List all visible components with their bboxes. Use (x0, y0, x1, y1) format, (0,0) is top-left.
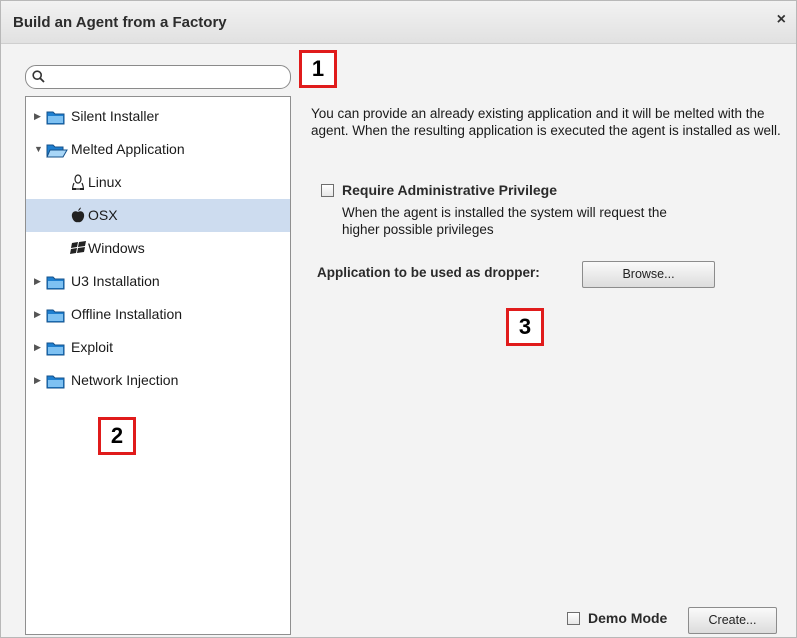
folder-open-icon (46, 144, 68, 158)
demo-mode-label: Demo Mode (588, 610, 668, 626)
tree-item-u3-installation[interactable]: ▶ U3 Installation (26, 265, 290, 298)
tree-item-label: Linux (88, 174, 122, 190)
title-bar: Build an Agent from a Factory × (1, 1, 796, 44)
folder-icon (46, 309, 65, 323)
dropper-label: Application to be used as dropper: (317, 265, 540, 280)
tree-item-network-injection[interactable]: ▶ Network Injection (26, 364, 290, 397)
folder-icon (46, 375, 65, 389)
tree-item-label: Network Injection (71, 372, 179, 388)
dialog-title: Build an Agent from a Factory (13, 14, 227, 31)
tree-item-label: Offline Installation (71, 306, 183, 322)
close-icon[interactable]: × (777, 11, 786, 29)
expand-arrow-icon[interactable]: ▶ (34, 364, 41, 397)
expand-arrow-icon[interactable]: ▶ (34, 298, 41, 331)
search-input[interactable] (50, 68, 286, 86)
require-admin-checkbox[interactable] (321, 184, 334, 197)
melted-description: You can provide an already existing appl… (311, 106, 781, 138)
annotation-marker-2: 2 (98, 417, 136, 455)
tree-item-linux[interactable]: Linux (26, 166, 290, 199)
tree-item-label: OSX (88, 207, 118, 223)
folder-icon (46, 276, 65, 290)
demo-mode-checkbox[interactable] (567, 612, 580, 625)
linux-icon (72, 174, 84, 190)
create-button[interactable]: Create... (688, 607, 777, 634)
folder-icon (46, 111, 65, 125)
tree-item-silent-installer[interactable]: ▶ Silent Installer (26, 100, 290, 133)
search-field[interactable] (25, 65, 291, 89)
folder-icon (46, 342, 65, 356)
search-icon (32, 70, 45, 83)
tree-item-label: Melted Application (71, 141, 185, 157)
annotation-marker-1: 1 (299, 50, 337, 88)
tree-item-exploit[interactable]: ▶ Exploit (26, 331, 290, 364)
factory-dialog: Build an Agent from a Factory × ▶ Silent… (0, 0, 797, 638)
expand-arrow-icon[interactable]: ▶ (34, 100, 41, 133)
tree-item-label: Windows (88, 240, 145, 256)
apple-icon (71, 207, 85, 223)
factory-tree: ▶ Silent Installer ▼ Melted Application … (25, 96, 291, 635)
tree-item-windows[interactable]: Windows (26, 232, 290, 265)
browse-button[interactable]: Browse... (582, 261, 715, 288)
windows-icon (70, 241, 86, 254)
tree-item-label: U3 Installation (71, 273, 160, 289)
tree-item-offline-installation[interactable]: ▶ Offline Installation (26, 298, 290, 331)
tree-item-melted-application[interactable]: ▼ Melted Application (26, 133, 290, 166)
tree-item-label: Silent Installer (71, 108, 159, 124)
expand-arrow-icon[interactable]: ▶ (34, 331, 41, 364)
require-admin-description: When the agent is installed the system w… (342, 205, 667, 237)
tree-item-label: Exploit (71, 339, 114, 355)
expand-arrow-icon[interactable]: ▶ (34, 265, 41, 298)
require-admin-label: Require Administrative Privilege (342, 182, 557, 198)
annotation-marker-3: 3 (506, 308, 544, 346)
collapse-arrow-icon[interactable]: ▼ (34, 133, 43, 166)
tree-item-osx[interactable]: OSX (26, 199, 290, 232)
